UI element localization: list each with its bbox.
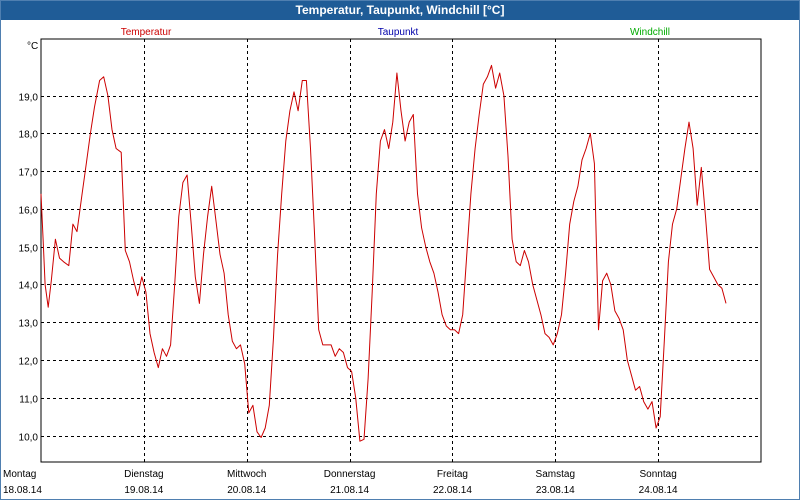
y-tick-label: 10,0 xyxy=(19,433,39,444)
x-tick-day: Montag xyxy=(3,469,36,480)
x-tick-date: 21.08.14 xyxy=(330,485,369,496)
y-tick-label: 12,0 xyxy=(19,357,39,368)
legend-entry: Taupunkt xyxy=(378,27,419,38)
x-tick-day: Samstag xyxy=(536,469,575,480)
x-tick-day: Donnerstag xyxy=(324,469,376,480)
y-tick-label: 14,0 xyxy=(19,281,39,292)
x-tick-day: Dienstag xyxy=(124,469,163,480)
x-tick-day: Sonntag xyxy=(640,469,677,480)
chart-window: Temperatur, Taupunkt, Windchill [°C] 10,… xyxy=(0,0,800,500)
y-tick-label: 19,0 xyxy=(19,93,39,104)
y-tick-label: 15,0 xyxy=(19,244,39,255)
series-line-temperatur xyxy=(40,64,727,442)
x-tick-date: 23.08.14 xyxy=(536,485,575,496)
x-tick-date: 22.08.14 xyxy=(433,485,472,496)
x-tick-day: Mittwoch xyxy=(227,469,266,480)
x-tick-date: 19.08.14 xyxy=(124,485,163,496)
series-layer xyxy=(40,64,727,442)
line-chart: 10,0 11,0 12,0 13,0 14,0 15,0 16,0 17,0 18,0 19,0… xyxy=(3,27,762,496)
y-tick-label: 11,0 xyxy=(19,395,38,406)
x-tick-day: Freitag xyxy=(437,469,468,480)
grid-layer xyxy=(41,39,761,462)
x-tick-date: 18.08.14 xyxy=(3,485,42,496)
legend-entry: Temperatur xyxy=(121,27,172,38)
x-tick-date: 24.08.14 xyxy=(639,485,678,496)
y-tick-label: 13,0 xyxy=(19,319,39,330)
y-axis-label: °C xyxy=(27,41,38,52)
legend-entry: Windchill xyxy=(630,27,670,38)
label-layer: 10,0 11,0 12,0 13,0 14,0 15,0 16,0 17,0 18,0 19,0… xyxy=(3,27,678,496)
x-tick-date: 20.08.14 xyxy=(227,485,266,496)
y-tick-label: 16,0 xyxy=(19,206,39,217)
y-tick-label: 17,0 xyxy=(19,168,39,179)
window-title: Temperatur, Taupunkt, Windchill [°C] xyxy=(1,1,799,20)
y-tick-label: 18,0 xyxy=(19,130,39,141)
